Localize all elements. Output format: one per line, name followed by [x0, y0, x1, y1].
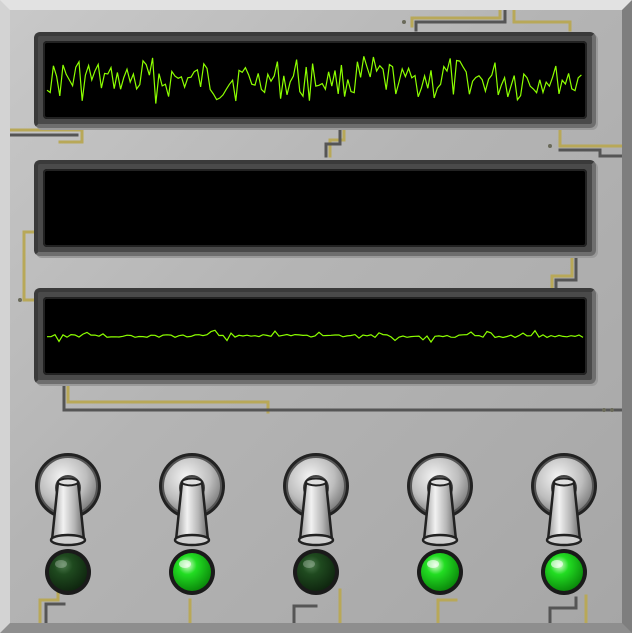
waveform-trace-2 — [43, 169, 587, 247]
waveform-trace-1 — [46, 56, 582, 104]
switch-lever[interactable] — [421, 477, 459, 547]
waveform-trace-3 — [47, 329, 584, 344]
toggle-switch-3[interactable] — [280, 452, 352, 602]
switch-lever[interactable] — [545, 477, 583, 547]
waveform-line — [47, 329, 584, 344]
switch-lever[interactable] — [297, 477, 335, 547]
oscilloscope-screen-3 — [34, 288, 596, 384]
toggle-switch-1[interactable] — [32, 452, 104, 602]
oscilloscope-screen-1 — [34, 32, 596, 128]
indicator-light — [293, 549, 339, 595]
waveform-display-3 — [43, 297, 587, 375]
indicator-light — [541, 549, 587, 595]
switch-lever[interactable] — [49, 477, 87, 547]
indicator-light — [169, 549, 215, 595]
waveform-display-1 — [43, 41, 587, 119]
waveform-line — [46, 56, 582, 104]
switch-lever[interactable] — [173, 477, 211, 547]
toggle-switch-5[interactable] — [528, 452, 600, 602]
oscilloscope-screen-2 — [34, 160, 596, 256]
indicator-light — [45, 549, 91, 595]
toggle-switch-2[interactable] — [156, 452, 228, 602]
indicator-light — [417, 549, 463, 595]
toggle-switch-4[interactable] — [404, 452, 476, 602]
waveform-display-2 — [43, 169, 587, 247]
